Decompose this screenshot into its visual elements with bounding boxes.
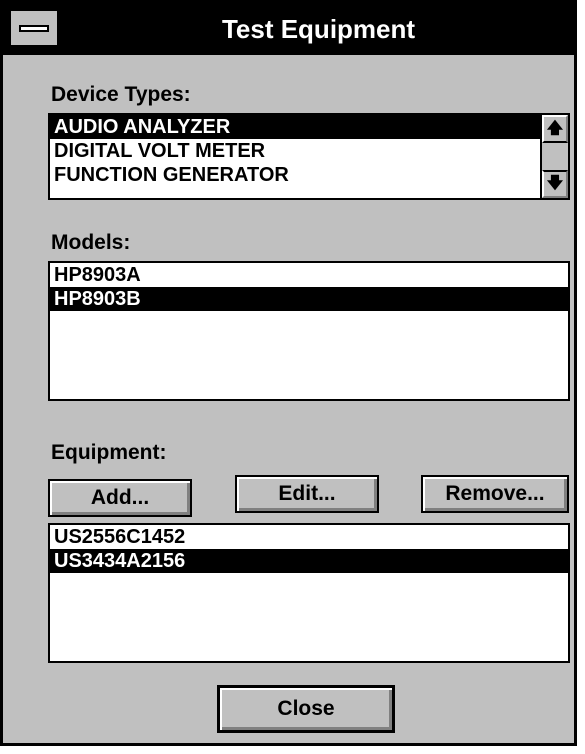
remove-button[interactable]: Remove... xyxy=(421,475,569,513)
equipment-label: Equipment: xyxy=(51,441,167,464)
system-menu-button[interactable] xyxy=(9,9,59,47)
scroll-up-button[interactable]: 🡅 xyxy=(542,115,568,143)
add-button[interactable]: Add... xyxy=(48,479,192,517)
list-item[interactable]: US2556C1452 xyxy=(50,525,568,549)
device-types-listbox[interactable]: AUDIO ANALYZER DIGITAL VOLT METER FUNCTI… xyxy=(48,113,570,200)
window-title: Test Equipment xyxy=(221,14,416,44)
edit-button[interactable]: Edit... xyxy=(235,475,379,513)
list-item[interactable]: US3434A2156 xyxy=(50,549,568,573)
models-listbox[interactable]: HP8903A HP8903B xyxy=(48,261,570,401)
arrow-up-icon: 🡅 xyxy=(546,120,564,137)
device-types-label: Device Types: xyxy=(51,83,191,106)
test-equipment-dialog: Test Equipment Device Types: AUDIO ANALY… xyxy=(0,0,577,746)
close-button[interactable]: Close xyxy=(217,685,395,733)
equipment-listbox[interactable]: US2556C1452 US3434A2156 xyxy=(48,523,570,663)
title-bar: Test Equipment xyxy=(3,3,574,55)
list-item[interactable]: HP8903A xyxy=(50,263,568,287)
arrow-down-icon: 🡇 xyxy=(546,175,564,192)
list-item[interactable]: AUDIO ANALYZER xyxy=(50,115,540,139)
list-item[interactable]: HP8903B xyxy=(50,287,568,311)
scroll-down-button[interactable]: 🡇 xyxy=(542,170,568,198)
models-label: Models: xyxy=(51,231,131,254)
device-types-items: AUDIO ANALYZER DIGITAL VOLT METER FUNCTI… xyxy=(50,115,568,187)
device-types-scrollbar[interactable]: 🡅 🡇 xyxy=(540,115,568,198)
list-item[interactable]: DIGITAL VOLT METER xyxy=(50,139,540,163)
system-menu-icon xyxy=(19,25,49,32)
list-item[interactable]: FUNCTION GENERATOR xyxy=(50,163,540,187)
